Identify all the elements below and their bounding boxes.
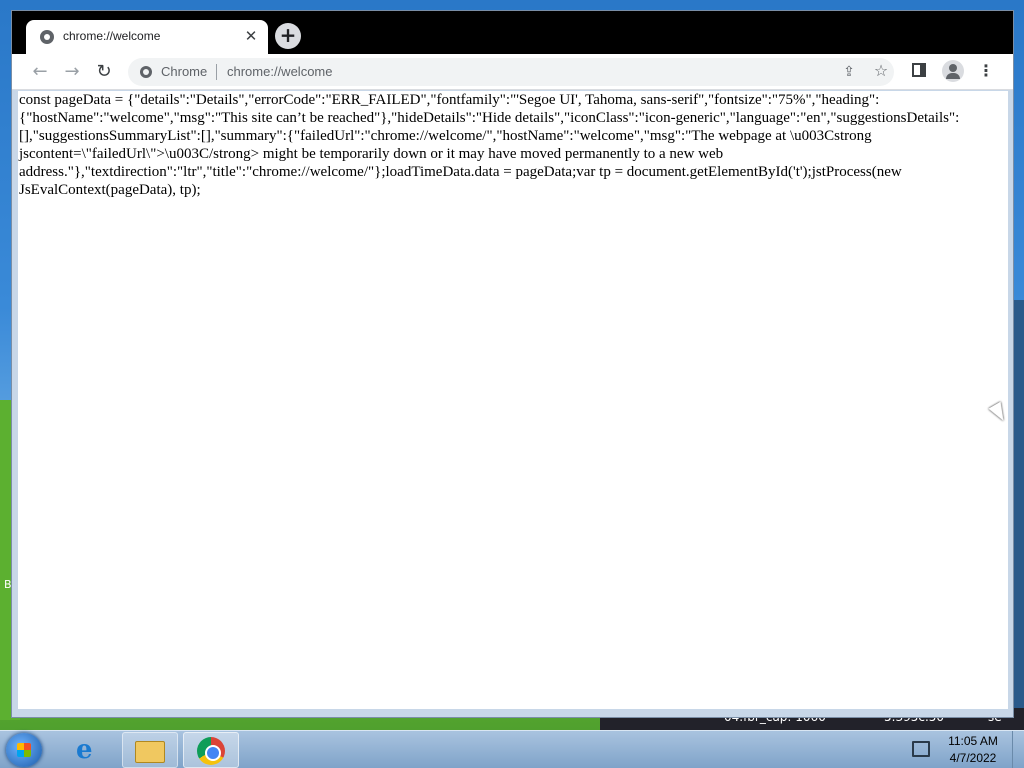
browser-toolbar: ← → ↻ Chrome chrome://welcome ⇪ ☆ ⋮	[12, 54, 1013, 90]
taskbar: e 11:05 AM 4/7/2022	[0, 730, 1024, 768]
taskbar-file-explorer[interactable]	[122, 732, 178, 768]
browser-window: chrome://welcome ✕ + ← → ↻ Chrome chrome…	[11, 10, 1014, 718]
network-icon[interactable]	[912, 741, 930, 757]
address-url[interactable]: chrome://welcome	[227, 64, 332, 79]
chrome-site-icon[interactable]	[140, 66, 152, 78]
address-divider	[216, 64, 217, 80]
tab-chrome-welcome[interactable]: chrome://welcome ✕	[26, 20, 268, 54]
clock-date[interactable]: 4/7/2022	[940, 751, 1006, 765]
taskbar-internet-explorer[interactable]: e	[62, 732, 118, 768]
page-raw-source-text: const pageData = {"details":"Details","e…	[19, 92, 960, 198]
clock-time[interactable]: 11:05 AM	[940, 734, 1006, 748]
close-icon[interactable]: ✕	[242, 27, 260, 45]
side-panel-icon[interactable]	[912, 63, 926, 77]
site-chip-label[interactable]: Chrome	[161, 64, 207, 79]
tab-strip: chrome://welcome ✕ +	[12, 11, 1013, 54]
globe-icon	[40, 30, 54, 44]
windows-start-icon[interactable]	[6, 733, 42, 767]
new-tab-button[interactable]: +	[275, 23, 301, 49]
page-content: const pageData = {"details":"Details","e…	[18, 91, 1008, 709]
kebab-menu-icon[interactable]: ⋮	[978, 60, 994, 82]
folder-icon	[135, 741, 165, 763]
star-icon[interactable]: ☆	[872, 62, 890, 80]
reload-icon[interactable]: ↻	[92, 60, 116, 84]
profile-icon[interactable]	[942, 60, 964, 82]
share-icon[interactable]: ⇪	[840, 63, 858, 81]
forward-arrow-icon[interactable]: →	[60, 60, 84, 84]
show-desktop-button[interactable]	[1012, 731, 1024, 768]
chrome-icon	[197, 737, 225, 765]
internet-explorer-icon: e	[76, 735, 93, 765]
taskbar-chrome[interactable]	[183, 732, 239, 768]
back-arrow-icon[interactable]: ←	[28, 60, 52, 84]
tab-title: chrome://welcome	[63, 29, 161, 43]
address-bar[interactable]: Chrome chrome://welcome ⇪ ☆	[128, 58, 894, 86]
